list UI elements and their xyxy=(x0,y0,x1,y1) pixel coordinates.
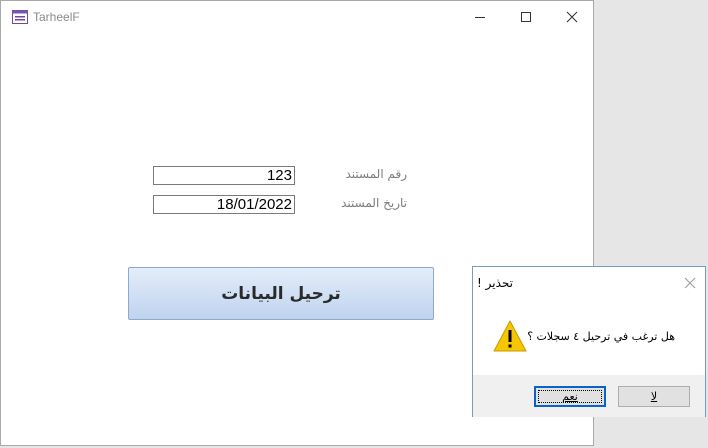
close-icon xyxy=(566,11,578,23)
minimize-button[interactable] xyxy=(457,1,503,33)
form-icon xyxy=(12,10,28,24)
window-title: TarheelF xyxy=(33,10,80,24)
maximize-icon xyxy=(521,12,531,22)
title-bar[interactable]: TarheelF xyxy=(1,1,593,33)
doc-date-input[interactable] xyxy=(153,195,295,214)
yes-button[interactable]: نعم xyxy=(534,386,606,407)
minimize-icon xyxy=(475,17,485,18)
warning-dialog: تحذير ! هل ترغب في ترحيل ٤ سجلات ؟ نعم ل… xyxy=(472,266,706,417)
doc-number-input[interactable] xyxy=(153,166,295,185)
doc-date-label: تاريخ المستند xyxy=(341,196,407,210)
transfer-data-button[interactable]: ترحيل البيانات xyxy=(128,267,434,320)
maximize-button[interactable] xyxy=(503,1,549,33)
dialog-title: تحذير ! xyxy=(477,276,513,290)
close-button[interactable] xyxy=(549,1,595,33)
dialog-footer: نعم لا xyxy=(473,375,705,417)
doc-number-label: رقم المستند xyxy=(345,167,407,181)
dialog-message: هل ترغب في ترحيل ٤ سجلات ؟ xyxy=(527,330,675,343)
dialog-close-icon[interactable] xyxy=(682,275,698,291)
no-button[interactable]: لا xyxy=(618,386,690,407)
warning-icon xyxy=(493,320,527,352)
